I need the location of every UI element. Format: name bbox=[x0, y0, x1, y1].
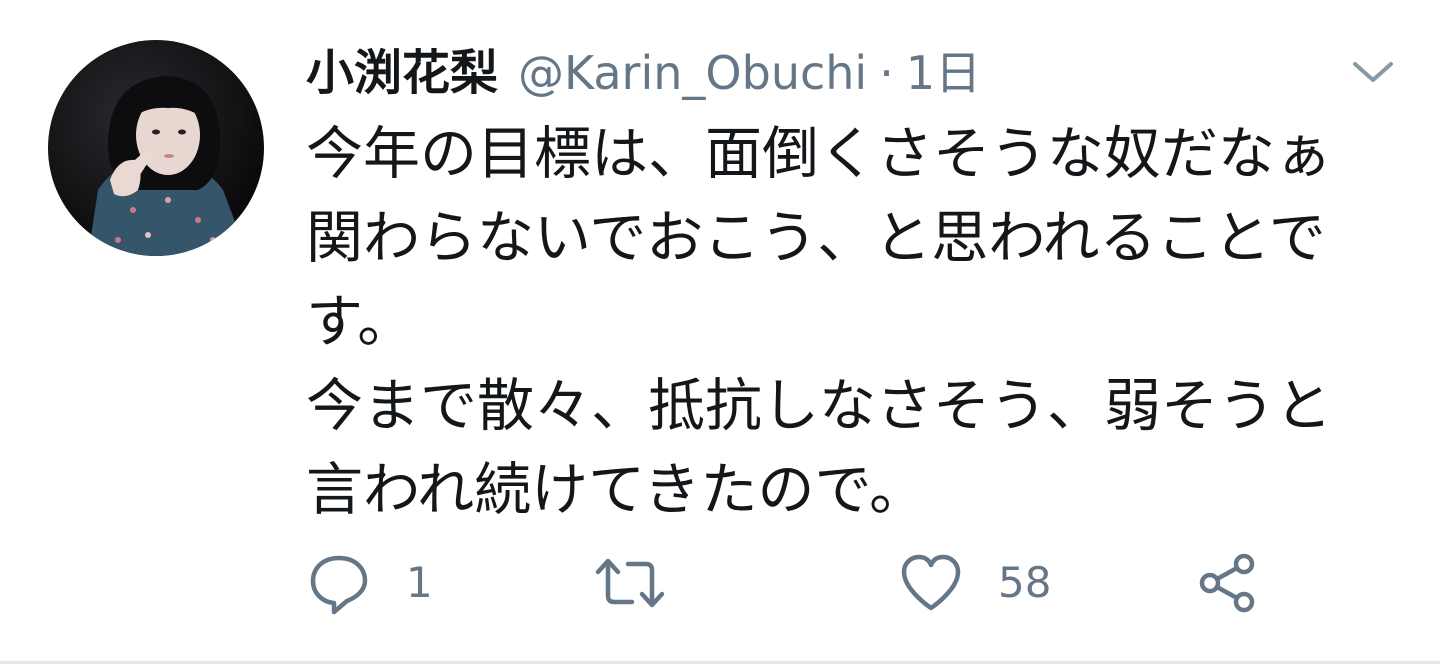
tweet-card[interactable]: 小渕花梨 @Karin_Obuchi · 1日 今年の目標は、面倒くさそうな奴だ… bbox=[0, 0, 1440, 662]
tweet-text-line: す。 bbox=[306, 289, 415, 355]
timestamp[interactable]: 1日 bbox=[906, 36, 981, 110]
tweet-divider bbox=[0, 661, 1440, 664]
reply-count: 1 bbox=[406, 558, 433, 607]
display-name[interactable]: 小渕花梨 bbox=[306, 36, 498, 110]
like-count: 58 bbox=[998, 558, 1052, 607]
tweet-text-line: 関わらないでおこう、と思われることで bbox=[306, 205, 1326, 271]
reply-icon bbox=[310, 555, 368, 615]
header-separator: · bbox=[879, 46, 894, 100]
share-button[interactable] bbox=[1194, 548, 1260, 618]
avatar-image bbox=[48, 40, 264, 256]
chevron-down-icon bbox=[1353, 62, 1393, 82]
tweet-header: 小渕花梨 @Karin_Obuchi · 1日 bbox=[306, 36, 981, 110]
tweet-text-line: 今年の目標は、面倒くさそうな奴だなぁ bbox=[306, 121, 1332, 187]
user-handle[interactable]: @Karin_Obuchi bbox=[518, 36, 867, 110]
tweet-actions: 1 58 bbox=[306, 548, 1306, 618]
retweet-icon bbox=[595, 558, 665, 608]
share-icon bbox=[1199, 553, 1255, 613]
avatar[interactable] bbox=[48, 40, 264, 256]
reply-button[interactable]: 1 bbox=[306, 548, 433, 618]
like-button[interactable]: 58 bbox=[898, 548, 1051, 618]
heart-icon bbox=[901, 554, 961, 611]
tweet-text: 今年の目標は、面倒くさそうな奴だなぁ 関わらないでおこう、と思われることで す。… bbox=[306, 112, 1406, 532]
tweet-text-line: 言われ続けてきたので。 bbox=[306, 457, 927, 523]
tweet-menu-button[interactable] bbox=[1348, 48, 1398, 98]
retweet-button[interactable] bbox=[592, 548, 702, 618]
tweet-text-line: 今まで散々、抵抗しなさそう、弱そうと bbox=[306, 373, 1332, 439]
